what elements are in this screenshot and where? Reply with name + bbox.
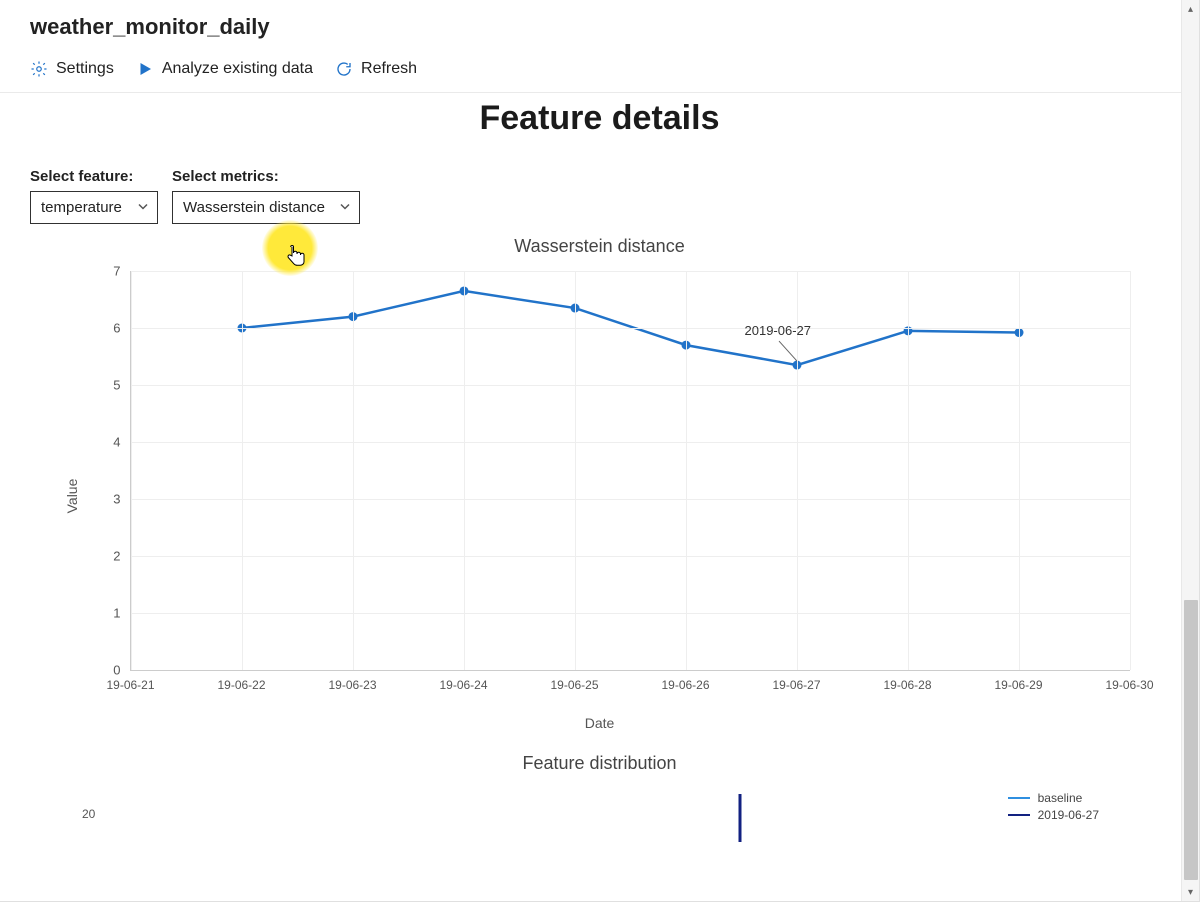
y-tick: 0 [113,663,130,678]
y-tick: 7 [113,264,130,279]
legend-label: baseline [1038,791,1083,805]
feature-filter-label: Select feature: [30,168,158,185]
y-tick: 3 [113,492,130,507]
y-tick: 2 [113,549,130,564]
gridline [131,385,1130,386]
y-tick: 20 [82,807,95,821]
wasserstein-chart-wrap: Wasserstein distance Value Date 19-06-21… [30,236,1169,731]
refresh-icon [335,60,353,78]
x-tick: 19-06-28 [883,670,931,692]
vertical-scrollbar[interactable]: ▴ ▾ [1181,0,1199,901]
metrics-filter-label: Select metrics: [172,168,360,185]
legend-label: 2019-06-27 [1038,808,1099,822]
x-tick: 19-06-30 [1105,670,1153,692]
toolbar: Settings Analyze existing data Refresh [30,60,1169,88]
refresh-label: Refresh [361,60,417,78]
gridline [131,328,1130,329]
feature-distribution-chart[interactable]: 20 baseline 2019-06-27 [30,780,1169,840]
x-tick: 19-06-23 [328,670,376,692]
gridline [353,271,354,670]
scroll-down-icon[interactable]: ▾ [1182,883,1199,901]
analyze-button[interactable]: Analyze existing data [136,60,313,78]
gear-icon [30,60,48,78]
feature-filter: Select feature: temperature [30,168,158,224]
gridline [575,271,576,670]
legend-swatch [1008,797,1030,799]
gridline [131,613,1130,614]
y-tick: 6 [113,321,130,336]
feature-dropdown-value: temperature [41,199,122,216]
legend: baseline 2019-06-27 [1008,788,1099,825]
analyze-label: Analyze existing data [162,60,313,78]
gridline [464,271,465,670]
distribution-spike-icon [730,794,750,842]
gridline [131,271,132,670]
gridline [1130,271,1131,670]
y-tick: 5 [113,378,130,393]
chevron-down-icon [137,199,149,216]
header: weather_monitor_daily Settings Analyze e… [0,0,1199,93]
scroll-up-icon[interactable]: ▴ [1182,0,1199,18]
y-axis-label: Value [64,479,80,514]
metrics-dropdown-value: Wasserstein distance [183,199,325,216]
x-tick: 19-06-24 [439,670,487,692]
legend-item: baseline [1008,791,1099,805]
x-tick: 19-06-25 [550,670,598,692]
point-annotation: 2019-06-27 [745,323,812,338]
section-title: Feature details [30,99,1169,138]
x-tick: 19-06-29 [994,670,1042,692]
x-tick: 19-06-27 [772,670,820,692]
gridline [908,271,909,670]
metrics-dropdown[interactable]: Wasserstein distance [172,191,360,224]
gridline [1019,271,1020,670]
chart-title: Wasserstein distance [30,236,1169,257]
filters-row: Select feature: temperature Select metri… [30,168,1169,224]
y-tick: 1 [113,606,130,621]
y-tick: 4 [113,435,130,450]
legend-swatch [1008,814,1030,816]
settings-label: Settings [56,60,114,78]
line-series [131,271,1130,670]
wasserstein-chart[interactable]: Value Date 19-06-2119-06-2219-06-2319-06… [50,261,1150,731]
play-icon [136,60,154,78]
scrollbar-thumb[interactable] [1184,600,1198,880]
legend-item: 2019-06-27 [1008,808,1099,822]
feature-distribution-title: Feature distribution [30,753,1169,774]
gridline [131,499,1130,500]
x-axis-label: Date [585,715,615,731]
gridline [131,442,1130,443]
chevron-down-icon [339,199,351,216]
plot-area: 19-06-2119-06-2219-06-2319-06-2419-06-25… [130,271,1130,671]
gridline [131,556,1130,557]
feature-dropdown[interactable]: temperature [30,191,158,224]
settings-button[interactable]: Settings [30,60,114,78]
gridline [686,271,687,670]
x-tick: 19-06-22 [217,670,265,692]
metrics-filter: Select metrics: Wasserstein distance [172,168,360,224]
gridline [242,271,243,670]
gridline [131,271,1130,272]
x-tick: 19-06-26 [661,670,709,692]
page-title: weather_monitor_daily [30,14,1169,40]
refresh-button[interactable]: Refresh [335,60,417,78]
content: Feature details Select feature: temperat… [0,93,1199,901]
